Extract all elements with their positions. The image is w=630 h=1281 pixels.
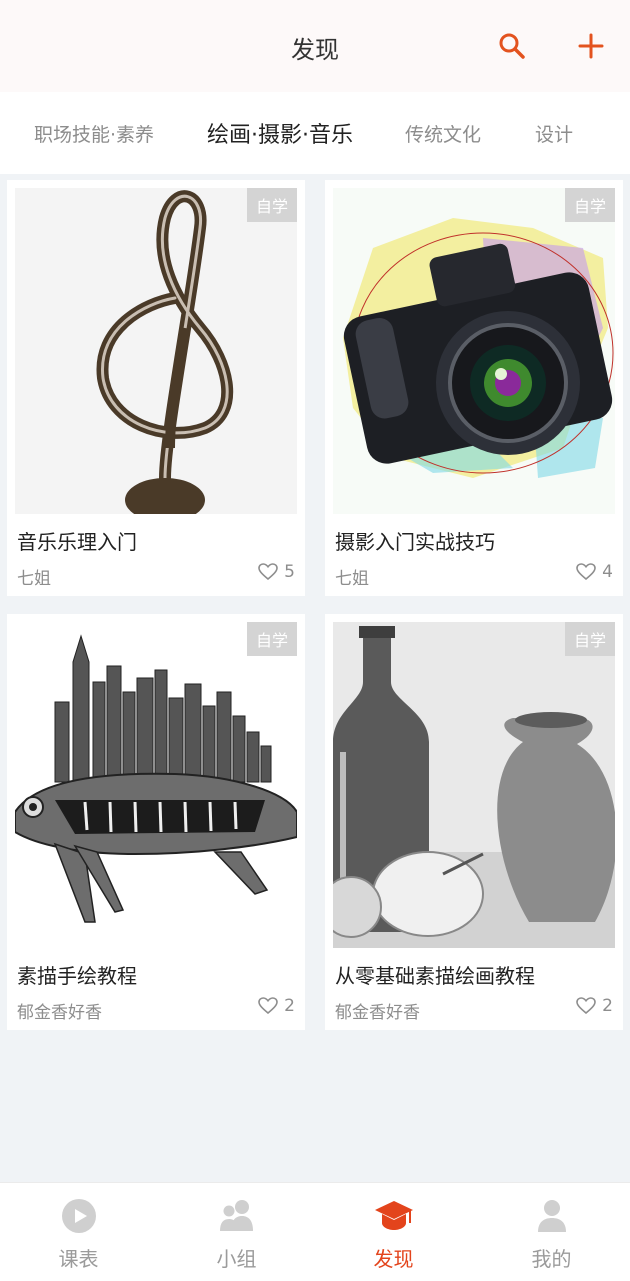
fish-city-sketch (15, 622, 297, 948)
bottom-navigation: 课表 小组 发现 我的 (0, 1182, 630, 1281)
heart-icon (258, 563, 278, 581)
like-count: 4 (602, 562, 613, 582)
course-thumbnail: 自学 (333, 188, 615, 514)
top-bar: 发现 (0, 0, 630, 92)
nav-label: 课表 (58, 1247, 99, 1271)
course-title: 素描手绘教程 (17, 964, 137, 988)
like-count: 2 (284, 996, 295, 1016)
course-card[interactable]: 自学 摄影入门实战技巧 七姐 4 (325, 180, 623, 596)
course-thumbnail: 自学 (15, 188, 297, 514)
add-button[interactable] (571, 26, 611, 66)
camera-illustration (333, 188, 615, 514)
play-circle-icon (61, 1199, 96, 1233)
still-life-sketch (333, 622, 615, 948)
tab-design[interactable]: 设计 (535, 92, 573, 174)
nav-label: 发现 (373, 1247, 414, 1271)
course-thumbnail: 自学 (333, 622, 615, 948)
course-title: 从零基础素描绘画教程 (335, 964, 535, 988)
course-author: 七姐 (335, 569, 369, 589)
course-author: 郁金香好香 (335, 1003, 420, 1023)
like-count: 5 (284, 562, 295, 582)
heart-icon (576, 997, 596, 1015)
self-study-badge: 自学 (565, 622, 615, 656)
tab-traditional-culture[interactable]: 传统文化 (405, 92, 481, 174)
group-icon (219, 1200, 253, 1231)
like-button[interactable]: 4 (576, 562, 613, 582)
nav-item-discover[interactable]: 发现 (315, 1183, 472, 1281)
like-button[interactable]: 2 (258, 996, 295, 1016)
course-thumbnail: 自学 (15, 622, 297, 948)
tab-painting-photo-music[interactable]: 绘画·摄影·音乐 (207, 92, 353, 174)
tab-workplace-skills[interactable]: 职场技能·素养 (34, 92, 154, 174)
nav-label: 小组 (216, 1247, 257, 1271)
page-title: 发现 (291, 36, 339, 64)
nav-label: 我的 (531, 1247, 572, 1271)
course-title: 摄影入门实战技巧 (335, 530, 495, 554)
self-study-badge: 自学 (247, 188, 297, 222)
course-card[interactable]: 自学 素描手绘教程 郁金香好香 2 (7, 614, 305, 1030)
nav-item-group[interactable]: 小组 (158, 1183, 315, 1281)
nav-item-schedule[interactable]: 课表 (0, 1183, 157, 1281)
search-icon (499, 33, 525, 59)
like-button[interactable]: 5 (258, 562, 295, 582)
course-author: 七姐 (17, 569, 51, 589)
heart-icon (576, 563, 596, 581)
user-icon (537, 1200, 566, 1232)
search-button[interactable] (492, 26, 532, 66)
self-study-badge: 自学 (247, 622, 297, 656)
like-count: 2 (602, 996, 613, 1016)
nav-item-profile[interactable]: 我的 (473, 1183, 630, 1281)
graduation-cap-icon (374, 1201, 413, 1230)
heart-icon (258, 997, 278, 1015)
category-tabs: 职场技能·素养 绘画·摄影·音乐 传统文化 设计 (0, 92, 630, 174)
course-title: 音乐乐理入门 (17, 530, 137, 554)
course-author: 郁金香好香 (17, 1003, 102, 1023)
like-button[interactable]: 2 (576, 996, 613, 1016)
course-card[interactable]: 自学 音乐乐理入门 七姐 5 (7, 180, 305, 596)
self-study-badge: 自学 (565, 188, 615, 222)
plus-icon (578, 33, 604, 59)
course-card[interactable]: 自学 从零基础素描绘画教程 郁金香好香 2 (325, 614, 623, 1030)
treble-clef-illustration (15, 188, 297, 514)
